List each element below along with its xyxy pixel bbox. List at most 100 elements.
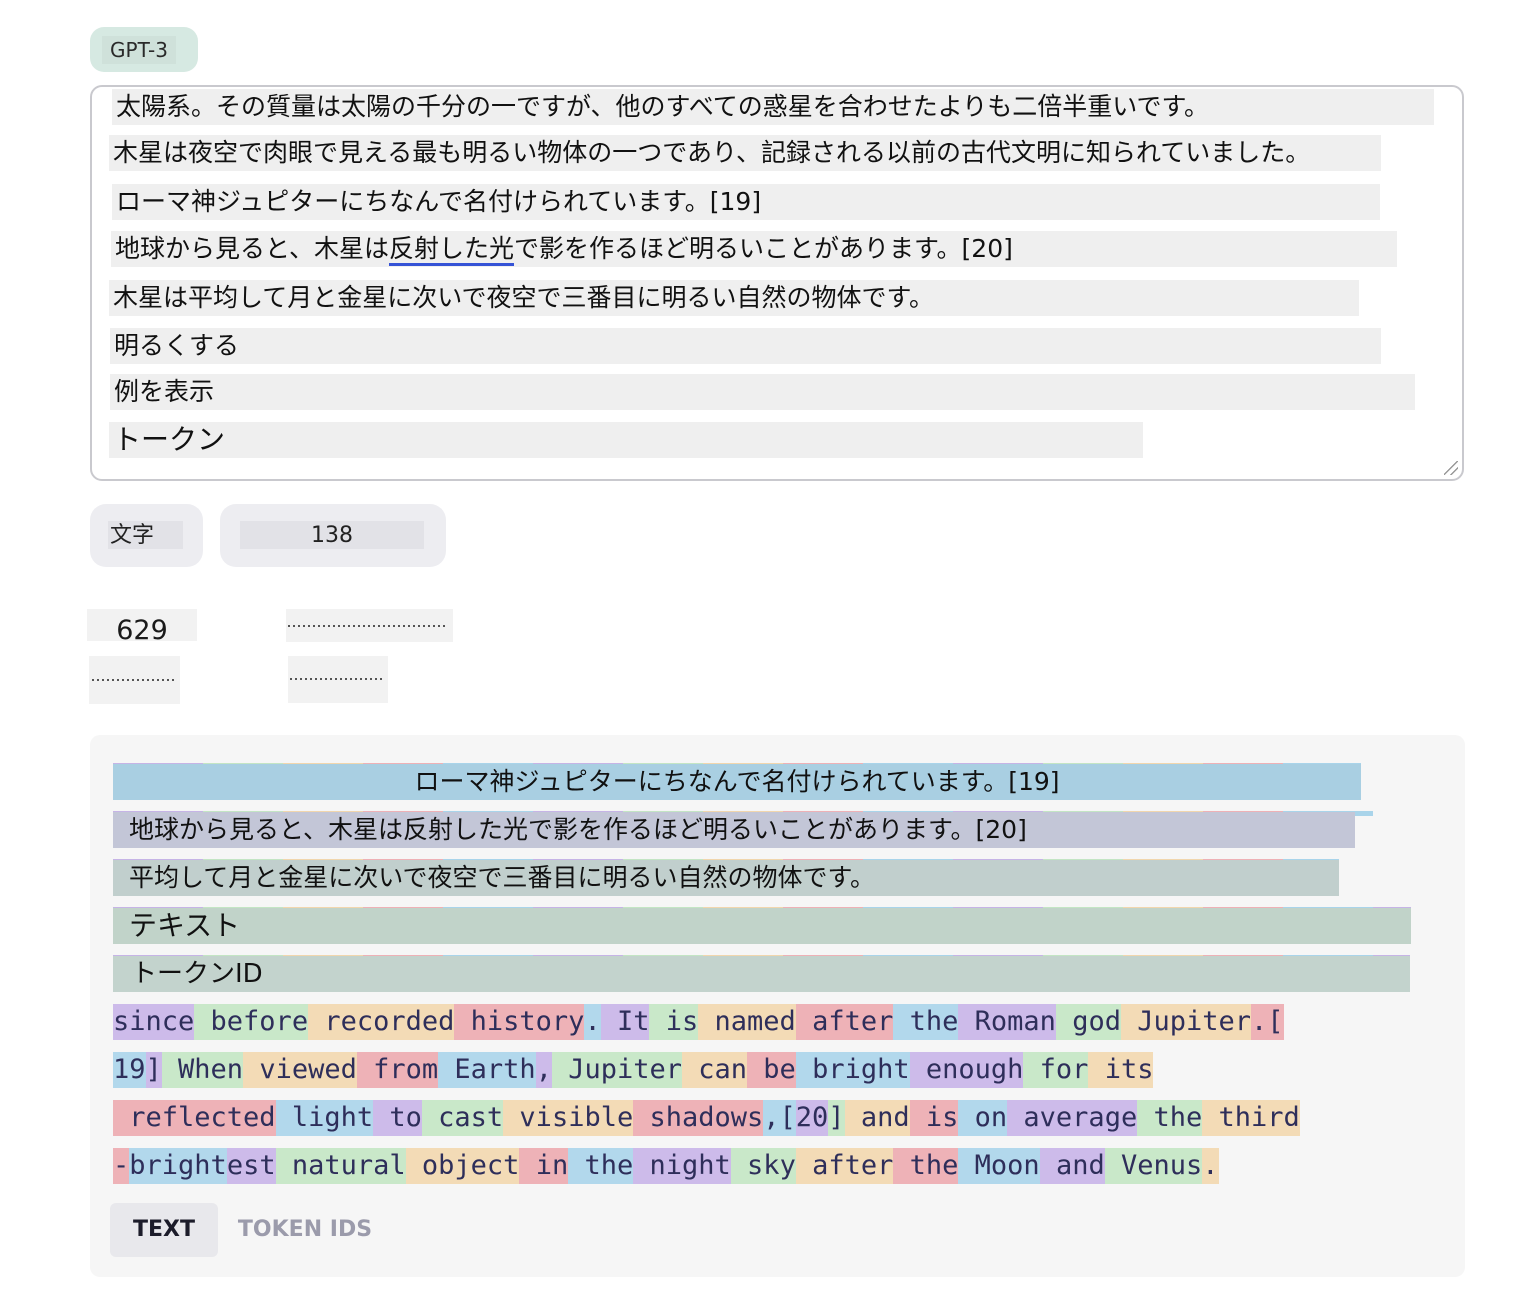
token-chip: for — [1023, 1052, 1089, 1088]
jp-token-row-3: 平均して月と金星に次いで夜空で三番目に明るい自然の物体です。 — [113, 859, 1343, 897]
token-chip: night — [633, 1148, 731, 1184]
tab-text[interactable]: TEXT — [110, 1203, 218, 1257]
token-chip: can — [682, 1052, 748, 1088]
token-chip: average — [1007, 1100, 1138, 1136]
model-tab-label: GPT-3 — [102, 36, 176, 64]
resize-handle-icon[interactable] — [1444, 461, 1458, 475]
token-chip: in — [519, 1148, 569, 1184]
token-chip: Earth — [438, 1052, 536, 1088]
token-chip: Jupiter — [551, 1052, 682, 1088]
input-line-6: 明るくする — [110, 328, 1381, 364]
token-chip: visible — [503, 1100, 634, 1136]
token-chip: enough — [909, 1052, 1024, 1088]
token-chip: .[ — [1251, 1004, 1284, 1040]
token-chip: . — [584, 1004, 601, 1040]
token-chip: Jupiter — [1120, 1004, 1252, 1040]
token-line-4: -brightest natural object in the night s… — [113, 1148, 1219, 1184]
jp-token-text-5: トークンID — [113, 956, 1410, 992]
token-chip: . — [1202, 1148, 1219, 1184]
token-chip: its — [1088, 1052, 1154, 1088]
token-chip: the — [893, 1004, 959, 1040]
input-line-8: トークン — [109, 422, 1143, 458]
token-chip: reflected — [113, 1100, 276, 1136]
input-line-1: 太陽系。その質量は太陽の千分の一ですが、他のすべての惑星を合わせたよりも二倍半重… — [112, 89, 1434, 125]
tiny-preview-3 — [288, 656, 388, 703]
input-line-4-b: で影を作るほど明るいことがあります。[20] — [514, 234, 1013, 263]
token-chip: It — [600, 1004, 650, 1040]
input-line-3: ローマ神ジュピターにちなんで名付けられています。[19] — [112, 184, 1380, 220]
jp-token-row-1: ローマ神ジュピターにちなんで名付けられています。[19] — [113, 763, 1363, 801]
chars-pill: 文字 — [90, 504, 203, 567]
token-line-2: 19] When viewed from Earth, Jupiter can … — [113, 1052, 1154, 1088]
input-line-2: 木星は夜空で肉眼で見える最も明るい物体の一つであり、記録される以前の古代文明に知… — [109, 135, 1381, 171]
jp-token-text-4: テキスト — [113, 908, 1411, 944]
token-chip: is — [909, 1100, 959, 1136]
token-chip: natural — [275, 1148, 406, 1184]
token-chip: bright — [795, 1052, 910, 1088]
token-chip: Moon — [958, 1148, 1040, 1184]
token-chip: from — [356, 1052, 439, 1088]
input-line-7: 例を表示 — [110, 374, 1415, 410]
chars-count-pill: 138 — [220, 504, 446, 567]
token-chip: 19 — [113, 1052, 146, 1088]
tab-token-ids[interactable]: TOKEN IDS — [232, 1203, 378, 1257]
token-chip: viewed — [243, 1052, 357, 1088]
token-chip: the — [1137, 1100, 1203, 1136]
token-chip: cast — [421, 1100, 504, 1136]
token-chip: the — [568, 1148, 634, 1184]
token-chip: 20 — [795, 1100, 829, 1136]
token-chip: history — [454, 1004, 585, 1040]
token-chip: to — [373, 1100, 422, 1136]
token-chip: since — [113, 1004, 195, 1040]
token-chip: on — [958, 1100, 1008, 1136]
token-chip: ] — [145, 1052, 162, 1088]
token-chip: recorded — [308, 1004, 455, 1040]
jp-token-text-1: ローマ神ジュピターにちなんで名付けられています。[19] — [113, 764, 1361, 800]
token-chip: - — [113, 1148, 130, 1184]
jp-token-text-2: 地球から見ると、木星は反射した光で影を作るほど明るいことがあります。[20] — [113, 812, 1355, 848]
tiny-preview-2 — [89, 656, 180, 704]
jp-token-row-2: 地球から見ると、木星は反射した光で影を作るほど明るいことがあります。[20] — [113, 811, 1375, 849]
token-chip: after — [795, 1004, 894, 1040]
token-chip: the — [893, 1148, 959, 1184]
spellcheck-underline: 反射した光 — [389, 234, 515, 266]
input-line-4: 地球から見ると、木星は反射した光で影を作るほど明るいことがあります。[20] — [111, 231, 1397, 267]
token-chip: object — [405, 1148, 520, 1184]
token-chip: ] — [828, 1100, 845, 1136]
token-chip: third — [1202, 1100, 1300, 1136]
token-chip: named — [698, 1004, 796, 1040]
tiny-dots-1 — [288, 625, 448, 627]
token-chip: bright — [129, 1148, 227, 1184]
token-chip: and — [1039, 1148, 1105, 1184]
token-chip: be — [747, 1052, 796, 1088]
token-chip: , — [535, 1052, 552, 1088]
token-chip: after — [795, 1148, 894, 1184]
token-chip: ,[ — [763, 1100, 796, 1136]
token-chip: god — [1055, 1004, 1121, 1040]
token-line-3: reflected light to cast visible shadows,… — [113, 1100, 1300, 1136]
token-chip: shadows — [633, 1100, 764, 1136]
model-tab-gpt3[interactable]: GPT-3 — [90, 27, 198, 72]
tiny-preview-1 — [286, 609, 453, 642]
token-line-1: since before recorded history. It is nam… — [113, 1004, 1284, 1040]
token-chip: Venus — [1104, 1148, 1203, 1184]
token-chip: is — [649, 1004, 699, 1040]
jp-token-row-4: テキスト — [113, 907, 1413, 945]
input-line-4-a: 地球から見ると、木星は — [115, 234, 390, 263]
input-line-5: 木星は平均して月と金星に次いで夜空で三番目に明るい自然の物体です。 — [109, 280, 1359, 316]
token-count: 629 — [87, 609, 197, 646]
token-chip: light — [275, 1100, 374, 1136]
jp-token-row-5: トークンID — [113, 955, 1413, 993]
input-textarea[interactable]: 太陽系。その質量は太陽の千分の一ですが、他のすべての惑星を合わせたよりも二倍半重… — [90, 85, 1464, 481]
token-chip: Roman — [958, 1004, 1056, 1040]
token-chip: When — [161, 1052, 244, 1088]
tiny-dots-2 — [92, 679, 174, 681]
token-chip: before — [194, 1004, 309, 1040]
jp-token-text-3: 平均して月と金星に次いで夜空で三番目に明るい自然の物体です。 — [113, 860, 1339, 896]
chars-label: 文字 — [108, 521, 183, 549]
token-chip: sky — [730, 1148, 796, 1184]
tiny-dots-3 — [290, 678, 384, 680]
chars-count: 138 — [240, 521, 424, 549]
token-chip: est — [226, 1148, 276, 1184]
token-chip: and — [844, 1100, 910, 1136]
